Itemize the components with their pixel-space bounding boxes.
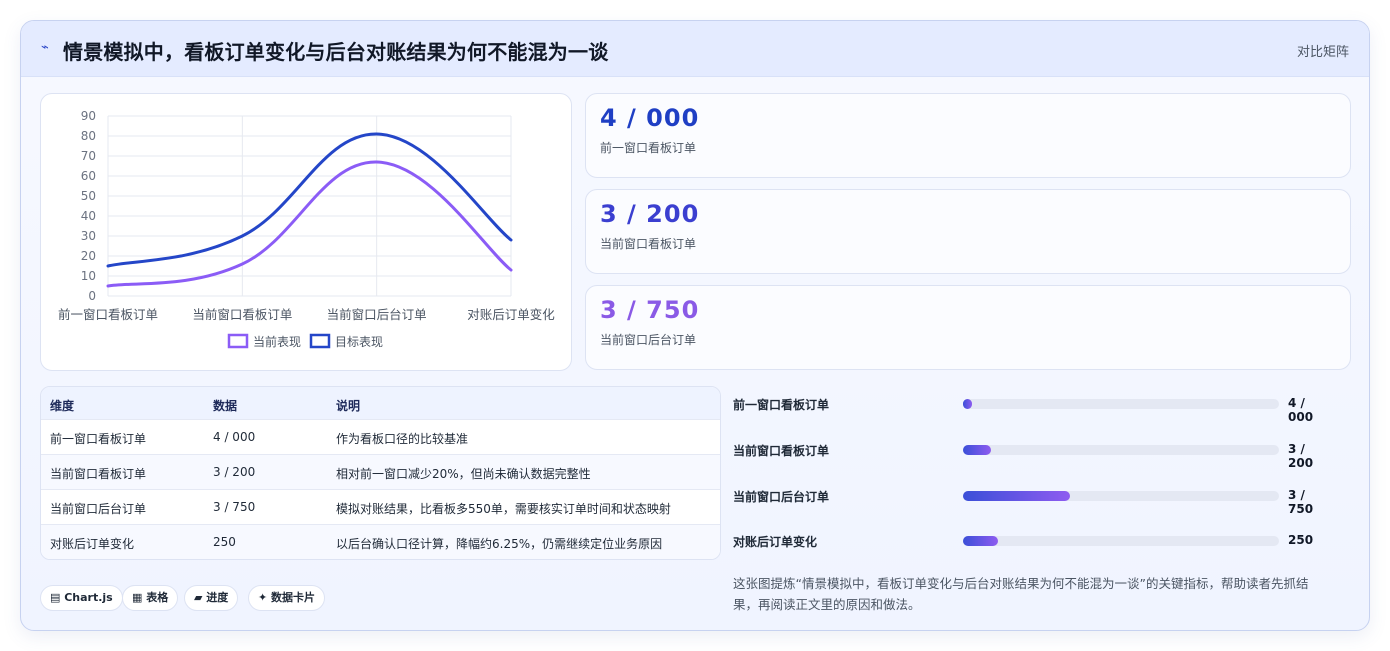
column-header: 维度: [50, 399, 75, 413]
progress-fill: [963, 536, 998, 546]
table-header-row: 维度 数据 说明: [41, 387, 720, 420]
table-cell: 模拟对账结果，比看板多550单，需要核实订单时间和状态映射: [336, 502, 671, 516]
line-chart: 0 10 20 30 40 50 60 70 80 90 前一窗口看板订单 当前窗口看板订单 当前窗口后…: [58, 109, 555, 349]
progress-fill: [963, 399, 973, 409]
table-row: 前一窗口看板订单 4 / 000 作为看板口径的比较基准: [41, 420, 720, 455]
kpi-card-cur-backend: 3 / 750 当前窗口后台订单: [585, 285, 1351, 370]
card-header: ⌁ 情景模拟中，看板订单变化与后台对账结果为何不能混为一谈 对比矩阵: [21, 21, 1369, 77]
data-table: 维度 数据 说明 前一窗口看板订单 4 / 000 作为看板口径的比较基准 当前…: [40, 386, 721, 560]
table-cell: 对账后订单变化: [50, 537, 135, 551]
kpi-label: 当前窗口看板订单: [600, 237, 697, 251]
table-cell: 以后台确认口径计算，降幅约6.25%，仍需继续定位业务原因: [336, 537, 663, 551]
progress-row: 当前窗口看板订单 3 / 200: [733, 440, 1333, 470]
table-cell: 作为看板口径的比较基准: [336, 432, 469, 446]
progress-value: 3 / 750: [1288, 488, 1314, 516]
chip-chartjs[interactable]: ▤ Chart.js: [40, 585, 123, 611]
kpi-card-cur-board: 3 / 200 当前窗口看板订单: [585, 189, 1351, 274]
x-tick-label: 前一窗口看板订单: [58, 307, 158, 322]
y-tick-label: 40: [81, 209, 96, 223]
y-tick-label: 70: [81, 149, 96, 163]
kpi-value: 4 / 000: [600, 104, 700, 132]
legend-swatch: [227, 333, 249, 349]
kpi-label: 前一窗口看板订单: [600, 141, 697, 155]
x-tick-label: 当前窗口后台订单: [327, 307, 427, 322]
table-cell: 4 / 000: [213, 430, 256, 444]
kpi-label: 当前窗口后台订单: [600, 333, 697, 347]
table-cell: 3 / 200: [213, 465, 256, 479]
progress-row: 当前窗口后台订单 3 / 750: [733, 486, 1333, 516]
trend-icon: ⌁: [41, 40, 49, 55]
report-card: ⌁ 情景模拟中，看板订单变化与后台对账结果为何不能混为一谈 对比矩阵 0 10 20…: [20, 20, 1370, 631]
y-tick-label: 30: [81, 229, 96, 243]
line-chart-panel: 0 10 20 30 40 50 60 70 80 90 前一窗口看板订单 当前窗口看板订单 当前窗口后…: [40, 93, 572, 371]
progress-track: [963, 536, 1279, 546]
x-tick-label: 当前窗口看板订单: [192, 307, 292, 322]
table-cell: 相对前一窗口减少20%，但尚未确认数据完整性: [336, 467, 591, 481]
chip-progress[interactable]: ▰ 进度: [184, 585, 239, 611]
y-tick-label: 0: [88, 289, 96, 303]
chip-table[interactable]: ▦ 表格: [122, 585, 179, 611]
progress-track: [963, 445, 1279, 455]
series-line-0: [106, 160, 513, 288]
table-cell: 250: [213, 535, 236, 549]
kpi-value: 3 / 200: [600, 200, 700, 228]
y-tick-label: 10: [81, 269, 96, 283]
legend-label: 当前表现: [253, 334, 301, 349]
y-tick-label: 50: [81, 189, 96, 203]
y-tick-label: 60: [81, 169, 96, 183]
table-row: 当前窗口看板订单 3 / 200 相对前一窗口减少20%，但尚未确认数据完整性: [41, 455, 720, 490]
table-row: 对账后订单变化 250 以后台确认口径计算，降幅约6.25%，仍需继续定位业务原…: [41, 525, 720, 559]
table-cell: 当前窗口看板订单: [50, 467, 147, 481]
legend-label: 目标表现: [335, 335, 383, 349]
progress-track: [963, 491, 1279, 501]
table-cell: 当前窗口后台订单: [50, 502, 147, 516]
y-tick-label: 20: [81, 249, 96, 263]
progress-label: 对账后订单变化: [733, 535, 818, 549]
kpi-value: 3 / 750: [600, 296, 700, 324]
progress-row: 前一窗口看板订单 4 / 000: [733, 394, 1333, 424]
progress-value: 4 / 000: [1288, 396, 1314, 424]
progress-fill: [963, 445, 992, 455]
column-header: 说明: [336, 399, 361, 413]
progress-fill: [963, 491, 1071, 501]
matrix-tag: 对比矩阵: [1296, 45, 1349, 60]
table-row: 当前窗口后台订单 3 / 750 模拟对账结果，比看板多550单，需要核实订单时…: [41, 490, 720, 525]
progress-value: 250: [1288, 533, 1314, 547]
progress-value: 3 / 200: [1288, 442, 1314, 470]
table-cell: 3 / 750: [213, 500, 256, 514]
table-cell: 前一窗口看板订单: [50, 432, 147, 446]
y-tick-label: 80: [81, 129, 96, 143]
series-line-1: [106, 132, 513, 268]
progress-label: 当前窗口看板订单: [733, 444, 830, 458]
y-tick-label: 90: [81, 109, 96, 123]
column-header: 数据: [213, 399, 238, 413]
progress-label: 前一窗口看板订单: [733, 398, 830, 412]
legend-swatch: [309, 333, 331, 349]
chip-data-cards[interactable]: ✦ 数据卡片: [248, 585, 326, 611]
progress-track: [963, 399, 1279, 409]
summary-note: 这张图提炼“情景模拟中，看板订单变化与后台对账结果为何不能混为一谈”的关键指标，…: [733, 576, 1309, 612]
x-tick-label: 对账后订单变化: [467, 307, 555, 322]
progress-row: 对账后订单变化 250: [733, 531, 1333, 551]
kpi-card-prev-board: 4 / 000 前一窗口看板订单: [585, 93, 1351, 178]
progress-label: 当前窗口后台订单: [733, 490, 830, 504]
page-title: 情景模拟中，看板订单变化与后台对账结果为何不能混为一谈: [63, 40, 609, 64]
